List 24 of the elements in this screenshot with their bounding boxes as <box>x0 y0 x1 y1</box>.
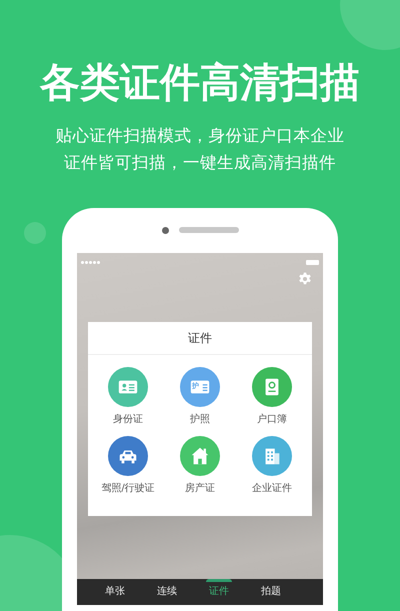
camera-dot <box>162 226 168 234</box>
item-label: 房产证 <box>185 483 215 495</box>
decor-circle <box>24 222 46 244</box>
mode-tab[interactable]: 单张 <box>89 579 141 605</box>
document-type-item[interactable]: 身份证 <box>92 367 164 426</box>
item-label: 户口簿 <box>257 414 287 426</box>
item-label: 护照 <box>190 414 210 426</box>
speaker-grille <box>178 227 238 233</box>
signal-icon <box>81 260 100 264</box>
card-title: 证件 <box>88 322 312 355</box>
settings-icon[interactable] <box>298 272 312 286</box>
subtitle: 贴心证件扫描模式，身份证户口本企业证件皆可扫描，一键生成高清扫描件 <box>54 125 346 174</box>
document-type-item[interactable]: 驾照/行驶证 <box>92 436 164 495</box>
document-type-item[interactable]: 企业证件 <box>236 436 308 495</box>
document-type-item[interactable]: 户口簿 <box>236 367 308 426</box>
item-label: 驾照/行驶证 <box>101 483 155 495</box>
headline: 各类证件高清扫描 <box>40 59 360 108</box>
item-label: 身份证 <box>113 414 143 426</box>
battery-icon <box>306 260 319 264</box>
document-type-item[interactable]: 房产证 <box>164 436 236 495</box>
mode-tab[interactable]: 证件 <box>193 579 245 605</box>
mode-tab[interactable]: 拍题 <box>245 579 297 605</box>
mode-tab[interactable]: 连续 <box>141 579 193 605</box>
item-label: 企业证件 <box>252 483 292 495</box>
